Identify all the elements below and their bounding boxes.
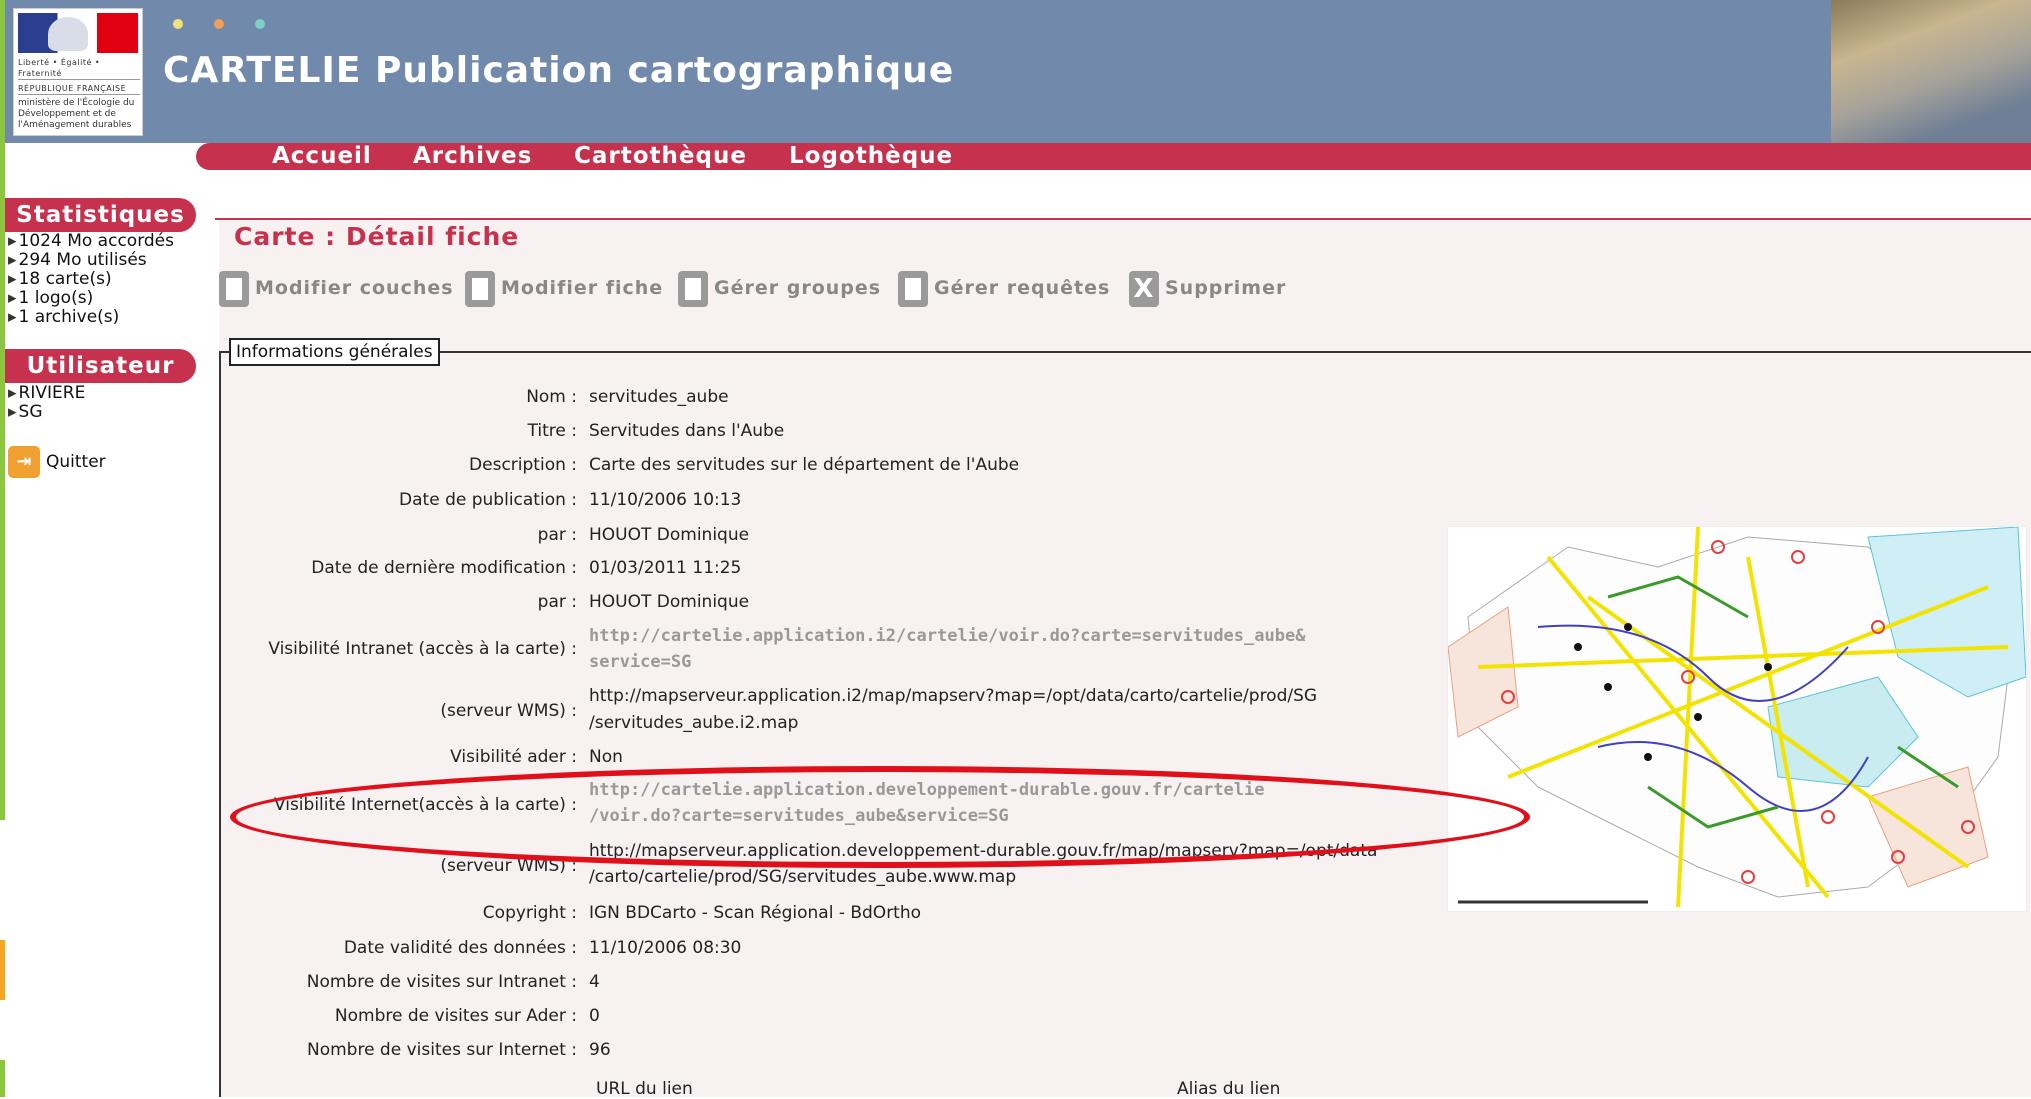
field-label: par : xyxy=(537,525,577,545)
logo-ministry: ministère de l'Écologie du Développement… xyxy=(18,98,135,130)
field-value: HOUOT Dominique xyxy=(589,592,750,612)
decorative-dots xyxy=(173,14,291,33)
logo-motto: Liberté • Égalité • Fraternité xyxy=(18,57,140,80)
field-label: Description : xyxy=(469,455,577,475)
field-value: 96 xyxy=(589,1040,611,1060)
stat-quota: 1024 Mo accordés xyxy=(8,232,174,251)
field-label: (serveur WMS) : xyxy=(440,701,577,721)
field-value: 11/10/2006 08:30 xyxy=(589,938,742,958)
field-label: par : xyxy=(537,592,577,612)
field-value: 4 xyxy=(589,972,600,992)
nav-logotheque[interactable]: Logothèque xyxy=(789,143,953,170)
page-title: Carte : Détail fiche xyxy=(234,222,520,251)
field-value: servitudes_aube xyxy=(589,387,729,407)
field-value: 01/03/2011 11:25 xyxy=(589,558,742,578)
field-label: Nombre de visites sur Internet : xyxy=(306,1040,577,1060)
field-value: Carte des servitudes sur le département … xyxy=(589,455,1020,475)
document-icon xyxy=(219,270,249,307)
field-label: Nombre de visites sur Ader : xyxy=(334,1006,577,1026)
user-list: RIVIERE SG xyxy=(8,384,86,422)
quit-label: Quitter xyxy=(46,452,106,472)
stat-logos: 1 logo(s) xyxy=(8,289,174,308)
intranet-url-link[interactable]: http://cartelie.application.i2/cartelie/… xyxy=(589,623,1305,649)
field-label: Visibilité ader : xyxy=(450,747,577,767)
exit-icon: ⇥ xyxy=(8,446,40,478)
highlight-ellipse xyxy=(230,766,1530,868)
manage-groups-button[interactable]: Gérer groupes xyxy=(678,268,881,308)
field-label: Nombre de visites sur Intranet : xyxy=(306,972,577,992)
app-header: Liberté • Égalité • Fraternité RÉPUBLIQU… xyxy=(5,0,2031,143)
user-service: SG xyxy=(8,403,85,422)
document-icon xyxy=(678,270,708,307)
field-label: Date de dernière modification : xyxy=(311,558,577,578)
field-label: Titre : xyxy=(527,421,577,441)
document-icon xyxy=(898,270,928,307)
main-nav: Accueil Archives Cartothèque Logothèque xyxy=(196,143,2031,170)
slide-edge-accent xyxy=(0,940,5,1000)
manage-queries-button[interactable]: Gérer requêtes xyxy=(898,268,1110,308)
field-value: Non xyxy=(589,747,623,767)
quit-button[interactable]: ⇥ Quitter xyxy=(8,446,106,478)
divider xyxy=(215,218,2031,220)
stat-archives: 1 archive(s) xyxy=(8,308,174,327)
header-banner-image xyxy=(1831,0,2031,143)
col-alias-header: Alias du lien xyxy=(1177,1079,1281,1099)
intranet-url-link-cont[interactable]: service=SG xyxy=(589,649,691,675)
edit-layers-button[interactable]: Modifier couches xyxy=(219,268,454,308)
dot-icon xyxy=(214,19,225,29)
field-label: Copyright : xyxy=(482,903,577,923)
delete-icon xyxy=(1129,270,1159,307)
user-heading: Utilisateur xyxy=(5,349,196,383)
nav-accueil[interactable]: Accueil xyxy=(272,143,372,170)
dot-icon xyxy=(255,19,266,29)
logo-republic: RÉPUBLIQUE FRANÇAISE xyxy=(18,83,140,95)
stats-list: 1024 Mo accordés 294 Mo utilisés 18 cart… xyxy=(8,232,174,327)
edit-record-button[interactable]: Modifier fiche xyxy=(465,268,663,308)
field-value: 0 xyxy=(589,1006,600,1026)
field-value: IGN BDCarto - Scan Régional - BdOrtho xyxy=(589,903,922,923)
field-value: http://mapserveur.application.i2/map/map… xyxy=(589,686,1318,706)
field-value: Servitudes dans l'Aube xyxy=(589,421,785,441)
field-value: /carto/cartelie/prod/SG/servitudes_aube.… xyxy=(589,867,1017,887)
general-info-legend: Informations générales xyxy=(229,338,440,366)
ministry-logo: Liberté • Égalité • Fraternité RÉPUBLIQU… xyxy=(13,8,143,136)
marianne-icon xyxy=(48,17,88,51)
field-value: HOUOT Dominique xyxy=(589,525,750,545)
map-preview-image xyxy=(1448,527,2026,911)
field-label: Date de publication : xyxy=(399,490,577,510)
field-value: /servitudes_aube.i2.map xyxy=(589,713,799,733)
edit-icon xyxy=(465,270,495,307)
field-label: Date validité des données : xyxy=(343,938,577,958)
delete-button[interactable]: Supprimer xyxy=(1129,268,1286,308)
slide-edge-bottom xyxy=(0,1060,5,1097)
app-title: CARTELIE Publication cartographique xyxy=(163,50,955,91)
stats-heading: Statistiques xyxy=(5,198,196,232)
nav-archives[interactable]: Archives xyxy=(413,143,532,170)
field-label: Nom : xyxy=(526,387,577,407)
user-name: RIVIERE xyxy=(8,384,86,403)
stat-used: 294 Mo utilisés xyxy=(8,251,174,270)
map-thumbnail[interactable] xyxy=(1447,526,2027,912)
col-url-header: URL du lien xyxy=(596,1079,693,1099)
field-label: Visibilité Intranet (accès à la carte) : xyxy=(268,639,577,659)
field-value: 11/10/2006 10:13 xyxy=(589,490,742,510)
nav-cartotheque[interactable]: Cartothèque xyxy=(574,143,747,170)
dot-icon xyxy=(173,19,183,29)
stat-maps: 18 carte(s) xyxy=(8,270,174,289)
